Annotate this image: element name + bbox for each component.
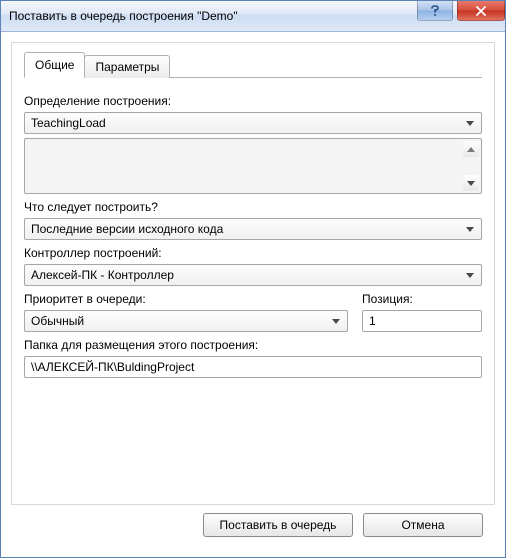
dialog-window: Поставить в очередь построения "Demo" Об… <box>0 0 506 558</box>
position-label: Позиция: <box>362 292 482 306</box>
chevron-down-icon <box>461 220 479 238</box>
cancel-button[interactable]: Отмена <box>363 513 483 537</box>
build-definition-label: Определение построения: <box>24 94 482 108</box>
chevron-down-icon <box>461 114 479 132</box>
chevron-up-icon <box>467 147 475 152</box>
priority-select[interactable]: Обычный <box>24 310 348 332</box>
client-area: Общие Параметры Определение построения: … <box>1 32 505 557</box>
priority-value: Обычный <box>31 314 84 328</box>
build-definition-select[interactable]: TeachingLoad <box>24 112 482 134</box>
window-title: Поставить в очередь построения "Demo" <box>9 9 417 23</box>
priority-label: Приоритет в очереди: <box>24 292 348 306</box>
controller-label: Контроллер построений: <box>24 246 482 260</box>
folder-label: Папка для размещения этого построения: <box>24 338 482 352</box>
dialog-footer: Поставить в очередь Отмена <box>11 505 495 545</box>
close-icon <box>475 6 487 16</box>
chevron-down-icon <box>327 312 345 330</box>
build-definition-value: TeachingLoad <box>31 116 106 130</box>
help-icon <box>430 5 440 17</box>
cancel-button-label: Отмена <box>401 518 444 532</box>
help-button[interactable] <box>417 1 453 21</box>
chevron-down-icon <box>461 266 479 284</box>
tab-parameters-label: Параметры <box>95 60 159 74</box>
folder-input[interactable] <box>24 356 482 378</box>
controller-select[interactable]: Алексей-ПК - Контроллер <box>24 264 482 286</box>
queue-button-label: Поставить в очередь <box>220 518 337 532</box>
window-buttons <box>417 1 505 31</box>
controller-value: Алексей-ПК - Контроллер <box>31 268 174 282</box>
tab-parameters[interactable]: Параметры <box>84 55 170 78</box>
tab-general[interactable]: Общие <box>24 52 85 78</box>
build-definition-details[interactable] <box>24 138 482 194</box>
scroll-down-button[interactable] <box>463 175 479 191</box>
what-to-build-value: Последние версии исходного кода <box>31 222 223 236</box>
tab-general-label: Общие <box>35 58 74 72</box>
close-button[interactable] <box>457 1 505 21</box>
titlebar: Поставить в очередь построения "Demo" <box>1 1 505 32</box>
position-input[interactable] <box>362 310 482 332</box>
tabstrip: Общие Параметры <box>24 53 482 78</box>
chevron-down-icon <box>467 181 475 186</box>
content-frame: Общие Параметры Определение построения: … <box>11 42 495 505</box>
scroll-up-button[interactable] <box>463 141 479 157</box>
what-to-build-label: Что следует построить? <box>24 200 482 214</box>
queue-button[interactable]: Поставить в очередь <box>203 513 353 537</box>
what-to-build-select[interactable]: Последние версии исходного кода <box>24 218 482 240</box>
